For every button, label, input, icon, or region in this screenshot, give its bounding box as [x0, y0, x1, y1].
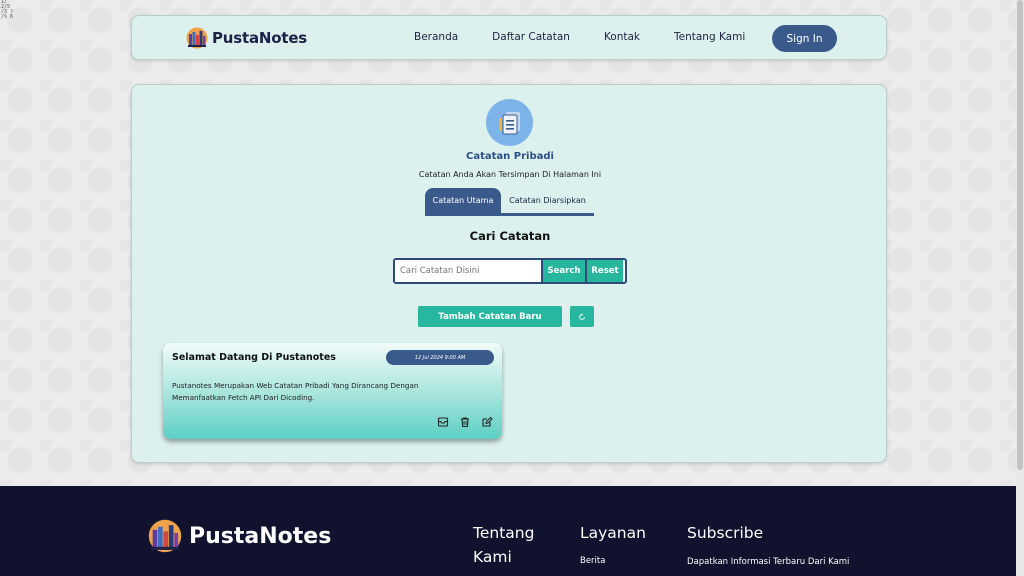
sign-in-button[interactable]: Sign In — [772, 25, 837, 52]
search-button[interactable]: Search — [541, 260, 585, 282]
refresh-icon — [579, 312, 585, 320]
note-date-badge: 12 Jul 2024 9:00 AM — [386, 350, 494, 365]
note-body: Pustanotes Merupakan Web Catatan Pribadi… — [172, 381, 419, 402]
tab-catatan-utama[interactable]: Catatan Utama — [425, 188, 501, 213]
note-title: Selamat Datang Di Pustanotes — [172, 352, 336, 363]
search-form: Search Reset — [393, 258, 627, 284]
note-actions — [437, 416, 493, 428]
footer-subscribe-heading: Subscribe — [687, 524, 764, 542]
footer: PustaNotes Tentang Kami Layanan Berita S… — [0, 486, 1024, 576]
add-note-button[interactable]: Tambah Catatan Baru — [418, 306, 562, 327]
nav-link-tentang-kami[interactable]: Tentang Kami — [674, 31, 745, 43]
footer-about-heading: Tentang Kami — [473, 521, 534, 569]
archive-icon[interactable] — [437, 416, 449, 428]
refresh-button[interactable] — [570, 306, 594, 327]
search-heading: Cari Catatan — [469, 229, 551, 243]
search-input[interactable] — [395, 260, 541, 282]
corner-debug-text: 1/ 2/5 /3 ? /% 6 — [1, 0, 14, 20]
brand-name-suffix: Notes — [258, 29, 308, 47]
document-icon — [498, 111, 520, 134]
scrollbar-thumb[interactable] — [1017, 0, 1023, 470]
footer-brand-name: PustaNotes — [189, 523, 332, 549]
notes-tabs: Catatan Utama Catatan Diarsipkan — [425, 188, 594, 216]
trash-icon[interactable] — [459, 416, 471, 428]
brand-logo[interactable]: PustaNotes — [186, 27, 307, 49]
tab-catatan-diarsipkan[interactable]: Catatan Diarsipkan — [501, 188, 594, 213]
footer-link-berita[interactable]: Berita — [580, 556, 605, 566]
books-logo-icon — [148, 519, 182, 553]
brand-name-prefix: Pusta — [212, 29, 259, 47]
page-subtitle: Catatan Anda Akan Tersimpan Di Halaman I… — [418, 170, 602, 179]
scrollbar[interactable] — [1016, 0, 1024, 576]
footer-services-heading: Layanan — [580, 524, 646, 542]
nav-link-beranda[interactable]: Beranda — [414, 31, 458, 43]
footer-about-heading-line1: Tentang — [473, 524, 535, 542]
footer-about-heading-line2: Kami — [473, 548, 512, 566]
page-title: Catatan Pribadi — [466, 151, 554, 162]
edit-icon[interactable] — [481, 416, 493, 428]
footer-logo[interactable]: PustaNotes — [148, 519, 331, 553]
nav-links: Beranda Daftar Catatan Kontak Tentang Ka… — [414, 31, 779, 43]
notes-panel: Catatan Pribadi Catatan Anda Akan Tersim… — [131, 84, 887, 463]
navbar: PustaNotes Beranda Daftar Catatan Kontak… — [131, 15, 887, 60]
note-card: Selamat Datang Di Pustanotes 12 Jul 2024… — [163, 343, 502, 439]
footer-subscribe-text: Dapatkan Informasi Terbaru Dari Kami — [687, 557, 850, 567]
notes-avatar — [486, 99, 533, 146]
nav-link-kontak[interactable]: Kontak — [604, 31, 640, 43]
books-logo-icon — [186, 27, 208, 49]
nav-link-daftar-catatan[interactable]: Daftar Catatan — [492, 31, 570, 43]
reset-button[interactable]: Reset — [585, 260, 623, 282]
